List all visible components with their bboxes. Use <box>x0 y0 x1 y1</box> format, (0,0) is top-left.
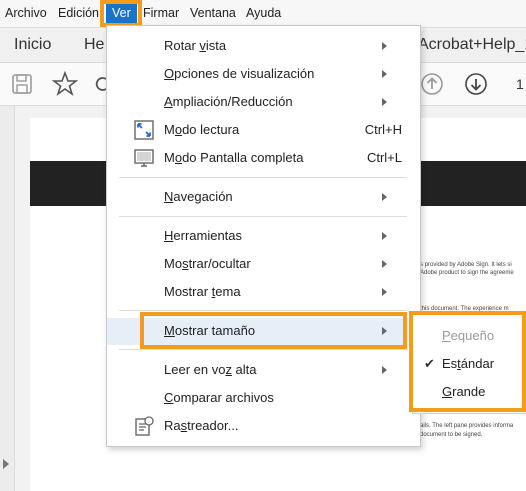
menu-item-rotar-vista[interactable]: Rotar vista <box>107 33 420 59</box>
menu-item-modo-lectura[interactable]: Modo lectura Ctrl+H <box>107 117 420 143</box>
menu-item-label: Navegación <box>164 189 233 204</box>
menu-item-label: Rastreador... <box>164 418 239 433</box>
shortcut-label: Ctrl+L <box>366 150 402 165</box>
menu-item-label: Comparar archivos <box>164 390 274 405</box>
tracker-icon <box>135 416 154 436</box>
page-number-field[interactable]: 1 <box>516 76 524 92</box>
expand-pane-icon[interactable] <box>3 459 9 469</box>
left-pane-rail <box>0 106 15 491</box>
menu-item-rastreador[interactable]: Rastreador... <box>107 413 420 439</box>
menu-separator <box>119 349 407 350</box>
read-mode-icon <box>134 120 154 140</box>
menu-item-mostrar-tema[interactable]: Mostrar tema <box>107 279 420 305</box>
menu-item-opciones-visualizacion[interactable]: Opciones de visualización <box>107 61 420 87</box>
menu-item-label: Mostrar tema <box>164 284 241 299</box>
tab-inicio[interactable]: Inicio <box>14 28 51 62</box>
menu-item-ampliacion-reduccion[interactable]: Ampliación/Reducción <box>107 89 420 115</box>
submenu-arrow-icon <box>382 98 387 106</box>
menu-edicion[interactable]: Edición <box>58 0 99 27</box>
menu-item-mostrar-ocultar[interactable]: Mostrar/ocultar <box>107 251 420 277</box>
document-text-line: s provided by Adobe Sign. It lets si <box>420 262 512 268</box>
tab-document[interactable]: Acrobat+Help_16 <box>418 28 526 62</box>
shortcut-label: Ctrl+H <box>364 122 402 137</box>
menu-item-comparar-archivos[interactable]: Comparar archivos <box>107 385 420 411</box>
menu-separator <box>119 310 407 311</box>
menu-ayuda[interactable]: Ayuda <box>246 0 281 27</box>
menu-firmar[interactable]: Firmar <box>143 0 179 27</box>
document-text-line: Adobe product to sign the agreeme <box>420 270 514 276</box>
menu-separator <box>119 177 407 178</box>
submenu-arrow-icon <box>382 288 387 296</box>
menu-separator <box>119 216 407 217</box>
previous-page-icon[interactable] <box>419 71 445 97</box>
submenu-arrow-icon <box>382 70 387 78</box>
tab-herramientas[interactable]: He <box>84 28 104 62</box>
menu-item-label: Leer en voz alta <box>164 362 257 377</box>
menu-item-navegacion[interactable]: Navegación <box>107 184 420 210</box>
submenu-arrow-icon <box>382 193 387 201</box>
submenu-arrow-icon <box>382 366 387 374</box>
menu-item-herramientas[interactable]: Herramientas <box>107 223 420 249</box>
submenu-arrow-icon <box>382 260 387 268</box>
highlight-mostrar-tamano <box>140 312 407 349</box>
ver-menu: Rotar vista Opciones de visualización Am… <box>106 25 421 447</box>
next-page-icon[interactable] <box>463 71 489 97</box>
menu-item-modo-pantalla-completa[interactable]: Modo Pantalla completa Ctrl+L <box>107 145 420 171</box>
menu-archivo[interactable]: Archivo <box>5 0 47 27</box>
menu-item-label: Opciones de visualización <box>164 66 315 81</box>
menu-item-label: Ampliación/Reducción <box>164 94 293 109</box>
highlight-ver <box>100 0 142 27</box>
menu-ventana[interactable]: Ventana <box>190 0 236 27</box>
menu-item-label: Herramientas <box>164 228 243 243</box>
menu-item-label: Mostrar/ocultar <box>164 256 251 271</box>
menu-item-leer-en-voz-alta[interactable]: Leer en voz alta <box>107 357 420 383</box>
document-text-line: ails. The left pane provides informa <box>420 423 514 429</box>
menu-item-label: Modo lectura <box>164 122 240 137</box>
document-text-line: document to be signed. <box>420 432 483 438</box>
menu-item-label: Rotar vista <box>164 38 227 53</box>
save-icon[interactable] <box>9 71 35 97</box>
submenu-arrow-icon <box>382 42 387 50</box>
menu-bar: Archivo Edición Ver Firmar Ventana Ayuda <box>0 0 526 28</box>
highlight-submenu <box>409 311 526 412</box>
submenu-arrow-icon <box>382 232 387 240</box>
star-icon[interactable] <box>52 71 78 97</box>
full-screen-icon <box>134 149 154 167</box>
menu-item-label: Modo Pantalla completa <box>164 150 304 165</box>
